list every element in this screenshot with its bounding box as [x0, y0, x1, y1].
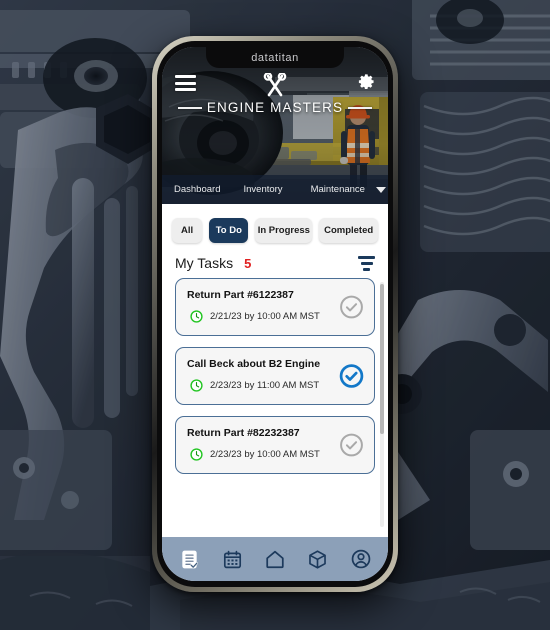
chip-to-do[interactable]: To Do [209, 218, 249, 243]
filter-funnel-icon[interactable] [358, 255, 375, 271]
phone-screen: datatitan ENGINE MASTERS Dashboard Inven… [162, 47, 388, 581]
check-circle-icon[interactable] [339, 295, 364, 320]
chip-completed[interactable]: Completed [319, 218, 378, 243]
account-profile-icon [351, 549, 370, 569]
scrollbar-track[interactable] [380, 282, 384, 527]
crossed-wrenches-icon [263, 73, 287, 97]
chip-all[interactable]: All [172, 218, 203, 243]
nav-item-maintenance[interactable]: Maintenance [309, 184, 367, 195]
filter-bar [360, 261, 373, 265]
bottom-nav-home[interactable] [263, 548, 286, 571]
phone-notch: datatitan [206, 47, 344, 68]
task-row[interactable]: Call Beck about B2 Engine 2/23/23 by 11:… [175, 347, 375, 405]
bottom-navigation-bar [162, 537, 388, 581]
check-circle-icon[interactable] [339, 433, 364, 458]
clock-icon [190, 448, 203, 461]
nav-item-dashboard[interactable]: Dashboard [172, 184, 222, 195]
logo-text: ENGINE MASTERS [206, 100, 344, 115]
phone-bezel: datatitan ENGINE MASTERS Dashboard Inven… [157, 41, 393, 587]
hamburger-bar [175, 88, 196, 91]
task-meta: 2/23/23 by 10:00 AM MST [187, 448, 363, 461]
scrollbar-thumb[interactable] [380, 284, 384, 434]
bottom-nav-account[interactable] [349, 548, 372, 571]
task-due-date: 2/21/23 by 10:00 AM MST [210, 311, 320, 322]
status-filter-chips: All To Do In Progress Completed [162, 204, 388, 253]
task-due-date: 2/23/23 by 11:00 AM MST [210, 380, 320, 391]
task-meta: 2/23/23 by 11:00 AM MST [187, 379, 363, 392]
task-list[interactable]: Return Part #6122387 2/21/23 by 10:00 AM… [162, 278, 388, 537]
chevron-down-icon[interactable] [375, 186, 386, 193]
calendar-icon [223, 550, 241, 568]
page-title: My Tasks [175, 255, 234, 271]
filter-bar [363, 267, 370, 271]
hamburger-menu-icon[interactable] [175, 75, 196, 91]
logo-rule-left [177, 106, 202, 109]
hero-banner: ENGINE MASTERS Dashboard Inventory Maint… [162, 47, 388, 204]
hamburger-bar [175, 75, 196, 78]
my-tasks-header: My Tasks 5 [162, 253, 388, 278]
hamburger-bar [175, 81, 196, 85]
task-count-badge: 5 [244, 255, 252, 271]
bottom-nav-inventory[interactable] [306, 548, 329, 571]
task-title: Call Beck about B2 Engine [187, 358, 321, 370]
task-title: Return Part #6122387 [187, 289, 294, 301]
task-row[interactable]: Return Part #82232387 2/23/23 by 10:00 A… [175, 416, 375, 474]
bottom-nav-calendar[interactable] [221, 548, 244, 571]
phone-device-frame: datatitan ENGINE MASTERS Dashboard Inven… [152, 36, 398, 592]
nav-item-inventory[interactable]: Inventory [241, 184, 284, 195]
clock-icon [190, 310, 203, 323]
task-row[interactable]: Return Part #6122387 2/21/23 by 10:00 AM… [175, 278, 375, 336]
brand-wordmark: datatitan [251, 51, 299, 64]
clock-icon [190, 379, 203, 392]
task-meta: 2/21/23 by 10:00 AM MST [187, 310, 363, 323]
filter-bar [358, 255, 375, 259]
logo-wordmark-row: ENGINE MASTERS [177, 100, 373, 115]
task-due-date: 2/23/23 by 10:00 AM MST [210, 449, 320, 460]
home-icon [266, 550, 284, 569]
bottom-nav-tasks[interactable] [178, 548, 201, 571]
task-title: Return Part #82232387 [187, 427, 300, 439]
gear-icon[interactable] [353, 71, 377, 95]
check-circle-icon[interactable] [339, 364, 364, 389]
checklist-document-icon [182, 550, 198, 568]
logo-rule-right [348, 106, 373, 109]
package-box-icon [309, 549, 327, 569]
chip-in-progress[interactable]: In Progress [255, 218, 313, 243]
gear-glyph [358, 74, 374, 89]
section-nav-bar: Dashboard Inventory Maintenance [162, 175, 388, 204]
